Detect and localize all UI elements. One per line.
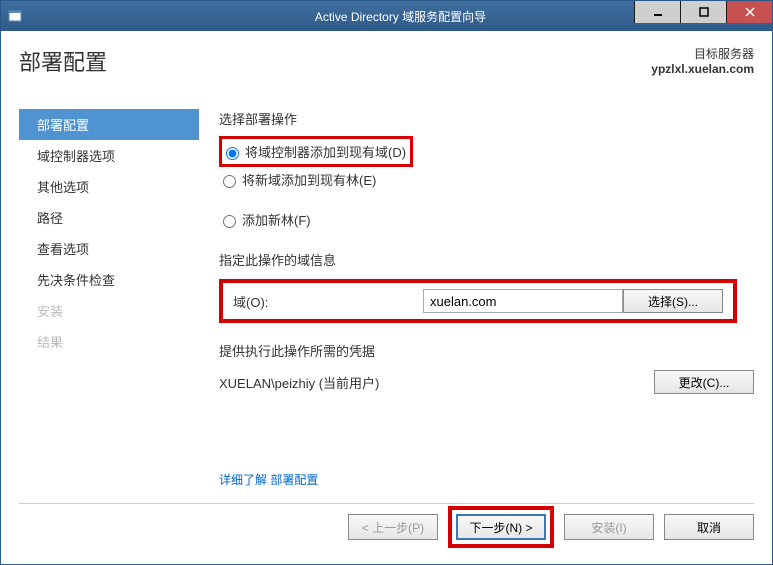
next-button[interactable]: 下一步(N) > [456,514,546,540]
credentials-row: XUELAN\peizhiy (当前用户) 更改(C)... [219,370,754,394]
previous-button: < 上一步(P) [348,514,438,540]
domain-info-label: 指定此操作的域信息 [219,250,754,269]
learn-more-area: 详细了解 部署配置 [219,471,318,489]
titlebar: Active Directory 域服务配置向导 [1,1,772,31]
footer-buttons: < 上一步(P) 下一步(N) > 安装(I) 取消 [348,506,754,548]
content-area: 部署配置 目标服务器 ypzlxl.xuelan.com 部署配置 域控制器选项… [1,31,772,564]
sidebar-item-deploy-config[interactable]: 部署配置 [19,109,199,140]
highlight-domain-row: 域(O): 选择(S)... [219,279,737,323]
sidebar-item-results: 结果 [19,326,199,357]
domain-input[interactable] [423,289,623,313]
radio-row-3: 添加新林(F) [219,207,754,232]
radio-add-dc-existing-domain[interactable]: 将域控制器添加到现有域(D) [226,145,406,160]
sidebar-item-install: 安装 [19,295,199,326]
highlight-add-dc: 将域控制器添加到现有域(D) [219,136,413,167]
radio-add-domain-existing-forest[interactable]: 将新域添加到现有林(E) [223,173,376,188]
close-button[interactable] [726,1,772,23]
target-server-info: 目标服务器 ypzlxl.xuelan.com [651,45,754,76]
target-server-label: 目标服务器 [651,45,754,62]
select-operation-label: 选择部署操作 [219,109,754,128]
page-title: 部署配置 [19,45,107,77]
app-icon [1,8,29,24]
radio-add-domain-input[interactable] [223,175,236,188]
change-credentials-button[interactable]: 更改(C)... [654,370,754,394]
window-controls [634,1,772,23]
sidebar-item-review-options[interactable]: 查看选项 [19,233,199,264]
install-button: 安装(I) [564,514,654,540]
minimize-button[interactable] [634,1,680,23]
page-header: 部署配置 目标服务器 ypzlxl.xuelan.com [19,45,754,77]
credentials-section: 提供执行此操作所需的凭据 XUELAN\peizhiy (当前用户) 更改(C)… [219,341,754,394]
domain-field-label: 域(O): [233,292,423,311]
current-user: XUELAN\peizhiy (当前用户) [219,373,654,392]
footer-separator [19,503,754,504]
radio-new-forest-input[interactable] [223,215,236,228]
sidebar-item-other-options[interactable]: 其他选项 [19,171,199,202]
select-domain-button[interactable]: 选择(S)... [623,289,723,313]
main-panel: 选择部署操作 将域控制器添加到现有域(D) 将新域添加到现有林(E) [199,109,754,494]
domain-row: 域(O): 选择(S)... [233,289,723,313]
highlight-next: 下一步(N) > [448,506,554,548]
radio-add-dc-input[interactable] [226,147,239,160]
body-area: 部署配置 域控制器选项 其他选项 路径 查看选项 先决条件检查 安装 结果 选择… [19,109,754,494]
sidebar-item-dc-options[interactable]: 域控制器选项 [19,140,199,171]
sidebar-item-prereq-check[interactable]: 先决条件检查 [19,264,199,295]
cancel-button[interactable]: 取消 [664,514,754,540]
radio-add-new-forest[interactable]: 添加新林(F) [223,213,311,228]
deploy-operation-radios: 将域控制器添加到现有域(D) 将新域添加到现有林(E) 添加新林(F) [219,136,754,232]
credentials-label: 提供执行此操作所需的凭据 [219,341,754,360]
target-server-name: ypzlxl.xuelan.com [651,62,754,76]
maximize-button[interactable] [680,1,726,23]
sidebar-item-paths[interactable]: 路径 [19,202,199,233]
learn-more-link[interactable]: 详细了解 部署配置 [219,473,318,487]
sidebar: 部署配置 域控制器选项 其他选项 路径 查看选项 先决条件检查 安装 结果 [19,109,199,494]
wizard-window: Active Directory 域服务配置向导 部署配置 目标服务器 ypzl… [0,0,773,565]
radio-row-2: 将新域添加到现有林(E) [219,167,754,192]
domain-info-section: 指定此操作的域信息 域(O): 选择(S)... [219,250,754,323]
